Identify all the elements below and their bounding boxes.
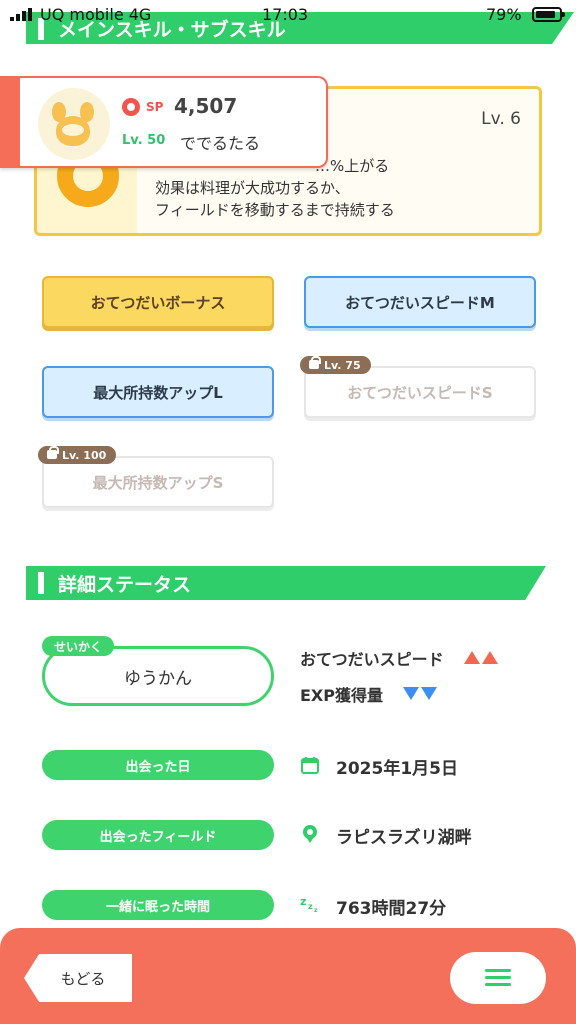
met-date-label: 出会った日	[42, 750, 274, 780]
sp-ball-icon	[122, 98, 140, 116]
back-button[interactable]: もどる	[24, 954, 132, 1002]
battery-icon	[532, 7, 565, 22]
subskill-button-1[interactable]: おてつだいボーナス	[42, 276, 274, 328]
svg-text:z: z	[300, 895, 306, 908]
sp-value: 4,507	[174, 94, 238, 118]
unlock-level-tag: Lv. 100	[38, 446, 117, 464]
subskill-label: おてつだいスピードM	[345, 293, 495, 312]
calendar-icon	[301, 757, 319, 774]
pokemon-avatar	[38, 88, 110, 160]
nature-up-label: おてつだいスピード	[300, 650, 444, 669]
met-date-value: 2025年1月5日	[336, 759, 458, 779]
nature-down-effect: EXP獲得量	[300, 682, 439, 706]
nature-down-label: EXP獲得量	[300, 686, 383, 705]
double-up-arrow-icon	[463, 649, 500, 668]
avatar-face	[62, 124, 84, 136]
unlock-level-label: Lv. 100	[62, 448, 107, 462]
battery-percent: 79%	[486, 5, 522, 24]
subskill-button-3[interactable]: 最大所持数アップL	[42, 366, 274, 418]
lock-icon	[47, 446, 59, 459]
met-field-label: 出会ったフィールド	[42, 820, 274, 850]
card-accent-stripe	[0, 78, 20, 168]
main-skill-desc-line3: フィールドを移動するまで持続する	[155, 201, 395, 219]
subskill-label: 最大所持数アップS	[92, 473, 224, 492]
sleep-time-value: 763時間27分	[336, 899, 447, 919]
unlock-level-label: Lv. 75	[324, 358, 361, 372]
unlock-level-tag: Lv. 75	[300, 356, 371, 374]
main-skill-desc-line2: 効果は料理が大成功するか、	[155, 179, 350, 197]
detail-section-title: 詳細ステータス	[58, 573, 192, 596]
sleep-time-label: 一緒に眠った時間	[42, 890, 274, 920]
pokemon-name: ででるたる	[180, 134, 261, 153]
met-field-value: ラピスラズリ湖畔	[336, 828, 472, 848]
sleep-zzz-icon: z z z	[300, 895, 318, 914]
clock: 17:03	[262, 5, 309, 24]
signal-icon	[10, 8, 32, 21]
pokemon-level: Lv. 50	[122, 133, 166, 148]
menu-button[interactable]	[450, 952, 546, 1004]
hamburger-menu-icon	[485, 969, 511, 987]
lock-icon	[309, 356, 321, 369]
status-bar: UQ mobile 4G 17:03 79%	[0, 0, 576, 30]
location-pin-icon	[303, 825, 317, 843]
sp-label: SP	[146, 100, 164, 114]
pokemon-summary-card: SP 4,507 Lv. 50 ででるたる	[0, 76, 328, 168]
carrier-label: UQ mobile 4G	[40, 5, 152, 24]
back-button-label: もどる	[60, 969, 106, 988]
nature-tag: せいかく	[42, 636, 115, 656]
subskill-button-2[interactable]: おてつだいスピードM	[304, 276, 536, 328]
double-down-arrow-icon	[403, 685, 439, 704]
detail-section-banner: 詳細ステータス	[26, 566, 546, 600]
subskill-label: おてつだいボーナス	[90, 293, 226, 312]
svg-text:z: z	[314, 907, 318, 914]
main-skill-level: Lv. 6	[481, 109, 521, 129]
svg-text:z: z	[308, 902, 313, 911]
nature-value: ゆうかん	[124, 668, 192, 689]
subskill-label: 最大所持数アップL	[93, 383, 223, 402]
nature-up-effect: おてつだいスピード	[300, 646, 500, 670]
subskill-label: おてつだいスピードS	[347, 383, 493, 402]
